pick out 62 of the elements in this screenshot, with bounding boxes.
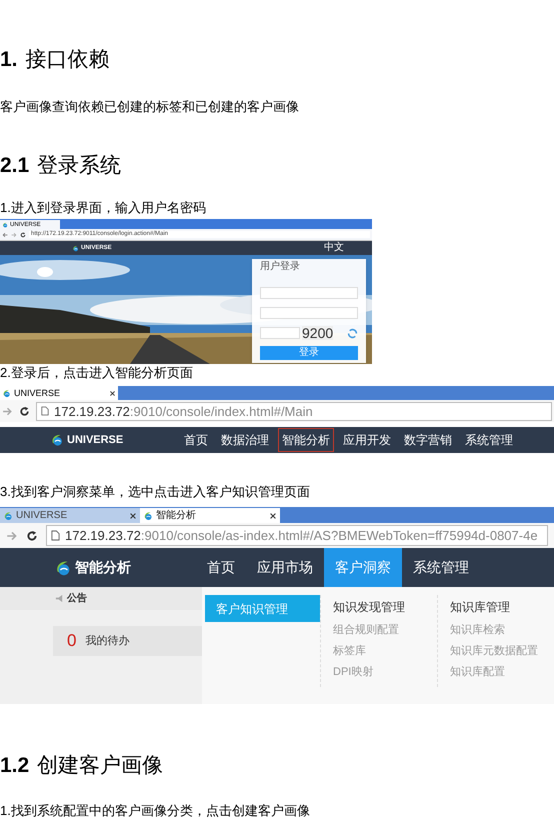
nav-item[interactable]: 首页 — [180, 428, 212, 452]
logo-text: UNIVERSE — [67, 432, 124, 448]
language-selector[interactable]: 中文 — [324, 243, 344, 253]
paragraph: 客户画像查询依赖已创建的标签和已创建的客户画像 — [0, 98, 300, 116]
tab-label: UNIVERSE — [14, 388, 60, 398]
captcha-field[interactable] — [260, 327, 300, 339]
nav-item[interactable]: 智能分析 — [278, 428, 334, 452]
nav-item[interactable]: 系统管理 — [461, 428, 517, 452]
tab-label: UNIVERSE — [16, 510, 68, 520]
url-text: 172.19.23.72:9010/console/as-index.html#/AS?BMEWebToken=ff75994d-0807-4e — [65, 529, 538, 542]
password-field[interactable] — [260, 307, 358, 319]
forward-icon[interactable] — [2, 406, 13, 416]
logo-icon — [143, 510, 153, 520]
paragraph: 1.找到系统配置中的客户画像分类，点击创建客户画像 — [0, 802, 311, 820]
login-title: 用户登录 — [260, 261, 301, 273]
paragraph: 2.登录后，点击进入智能分析页面 — [0, 364, 194, 382]
username-field[interactable] — [260, 287, 358, 299]
section-title: 接口依赖 — [26, 47, 110, 73]
address-field[interactable]: 172.19.23.72:9010/console/index.html#/Main — [36, 402, 552, 420]
section-title: 登录系统 — [37, 152, 122, 178]
logo-icon — [2, 388, 11, 398]
nav-item[interactable]: 数字营销 — [400, 428, 456, 452]
notice-label: 公告 — [67, 592, 87, 606]
menu-heading: 知识库管理 — [450, 599, 511, 616]
reload-icon[interactable] — [20, 232, 26, 238]
logo-icon — [50, 433, 64, 447]
nav-item[interactable]: 首页 — [196, 548, 246, 587]
section-number: 1.2 — [0, 753, 30, 779]
reload-icon[interactable] — [26, 530, 38, 542]
back-icon[interactable] — [2, 232, 8, 238]
reload-icon[interactable] — [19, 406, 30, 416]
nav-item[interactable]: 应用市场 — [246, 548, 324, 587]
browser-tab[interactable]: UNIVERSE — [0, 508, 140, 523]
browser-tab[interactable]: UNIVERSE — [0, 386, 118, 400]
todo-label: 我的待办 — [85, 634, 130, 649]
paragraph: 1.进入到登录界面，输入用户名密码 — [0, 199, 207, 217]
captcha-image: 9200 — [302, 326, 334, 340]
page-icon — [51, 530, 60, 541]
close-icon[interactable] — [269, 512, 277, 520]
todo-count: 0 — [67, 630, 76, 652]
nav-item[interactable]: 数据治理 — [217, 428, 273, 452]
logo-icon — [3, 510, 13, 520]
page-icon — [41, 406, 49, 416]
speaker-icon — [55, 594, 64, 603]
tab-label: 智能分析 — [156, 510, 196, 520]
section-number: 2.1 — [0, 152, 30, 178]
section-title: 创建客户画像 — [37, 753, 164, 779]
browser-tab[interactable]: 智能分析 — [140, 508, 280, 523]
refresh-icon[interactable] — [347, 328, 358, 338]
section-number: 1. — [0, 47, 18, 73]
address-field[interactable]: 172.19.23.72:9010/console/as-index.html#/AS?BMEWebToken=ff75994d-0807-4e — [46, 525, 548, 546]
nav-item[interactable]: 系统管理 — [402, 548, 480, 587]
logo-icon — [72, 244, 79, 252]
url-text: 172.19.23.72:9010/console/index.html#/Main — [54, 404, 313, 418]
close-icon[interactable] — [109, 390, 116, 396]
menu-heading: 知识发现管理 — [333, 599, 406, 616]
nav-item[interactable]: 应用开发 — [339, 428, 395, 452]
forward-icon[interactable] — [6, 530, 18, 542]
paragraph: 3.找到客户洞察菜单，选中点击进入客户知识管理页面 — [0, 483, 311, 501]
logo-text: 智能分析 — [75, 558, 131, 577]
forward-icon[interactable] — [11, 232, 17, 238]
close-icon[interactable] — [129, 512, 137, 520]
